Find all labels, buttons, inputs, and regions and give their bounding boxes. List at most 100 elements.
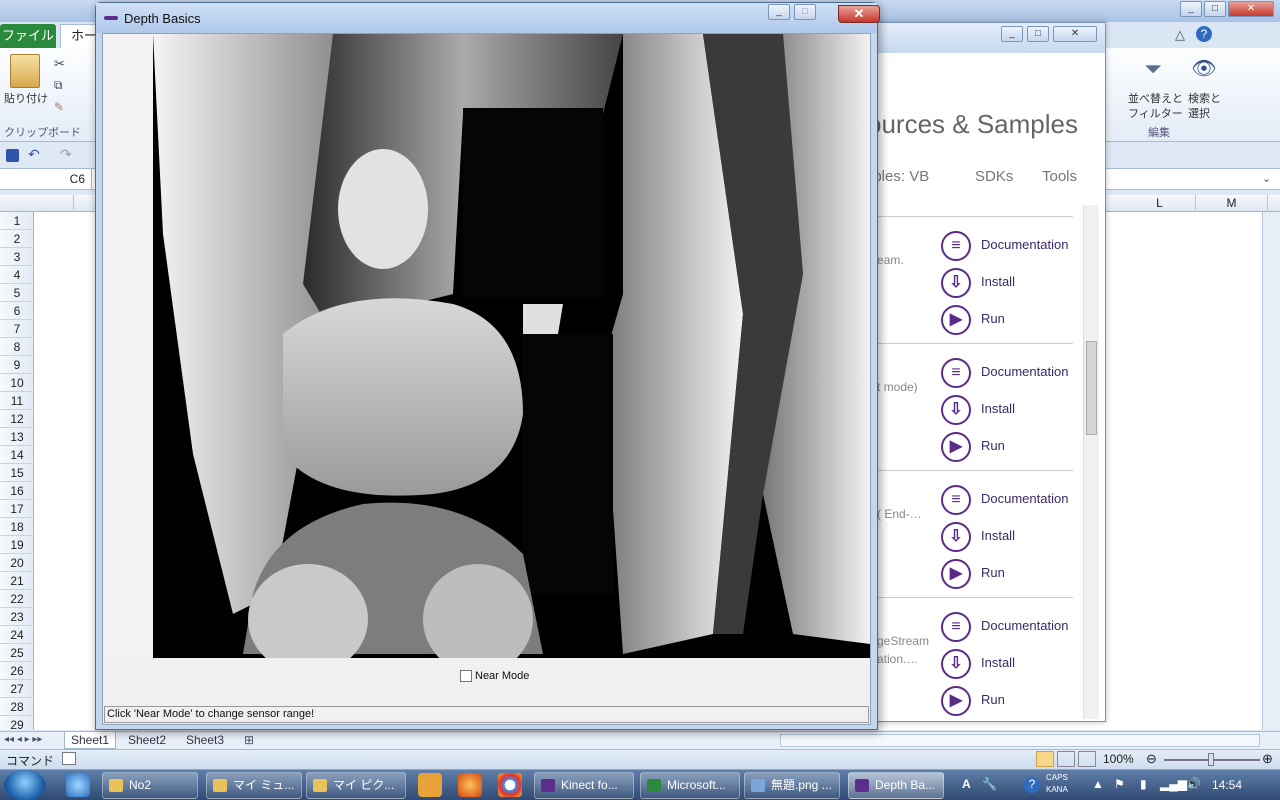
- start-button[interactable]: [4, 770, 46, 800]
- row-header[interactable]: 16: [0, 482, 34, 500]
- documentation-button[interactable]: ≡ Documentation: [941, 231, 1091, 261]
- row-header[interactable]: 18: [0, 518, 34, 536]
- column-header-select-all[interactable]: [34, 195, 74, 212]
- ime-mode-icon[interactable]: A: [962, 777, 971, 791]
- battery-icon[interactable]: ▮: [1140, 777, 1147, 791]
- depth-minimize-button[interactable]: _: [768, 4, 790, 20]
- row-header[interactable]: 11: [0, 392, 34, 410]
- zoom-out-icon[interactable]: ⊖: [1146, 751, 1157, 767]
- paste-icon[interactable]: [10, 54, 40, 88]
- row-header[interactable]: 2: [0, 230, 34, 248]
- zoom-level[interactable]: 100%: [1103, 752, 1134, 766]
- tab-home[interactable]: ホー: [60, 24, 98, 48]
- documentation-button[interactable]: ≡ Documentation: [941, 612, 1091, 642]
- row-header[interactable]: 13: [0, 428, 34, 446]
- column-header-M[interactable]: M: [1196, 195, 1268, 212]
- ribbon-minimize-icon[interactable]: △: [1175, 27, 1185, 43]
- restore-button[interactable]: □: [1204, 1, 1226, 17]
- row-header[interactable]: 27: [0, 680, 34, 698]
- ie-icon[interactable]: [66, 773, 90, 797]
- row-header[interactable]: 22: [0, 590, 34, 608]
- redo-icon[interactable]: ↷: [60, 146, 72, 163]
- tray-expand-icon[interactable]: ▲: [1092, 777, 1104, 791]
- insert-sheet-icon[interactable]: ⊞: [244, 733, 254, 747]
- row-header[interactable]: 19: [0, 536, 34, 554]
- toolkit-scrollbar-thumb[interactable]: [1086, 341, 1097, 435]
- row-header[interactable]: 4: [0, 266, 34, 284]
- install-button[interactable]: ⇩ Install: [941, 649, 1091, 679]
- row-header[interactable]: 20: [0, 554, 34, 572]
- depth-maximize-button[interactable]: □: [794, 4, 816, 20]
- sort-filter-label-2[interactable]: フィルター: [1128, 105, 1183, 121]
- sheet-tab-3[interactable]: Sheet3: [180, 732, 230, 749]
- normal-view-icon[interactable]: [1036, 751, 1054, 767]
- page-break-view-icon[interactable]: [1078, 751, 1096, 767]
- toolkit-minimize-button[interactable]: _: [1001, 26, 1023, 42]
- install-button[interactable]: ⇩ Install: [941, 522, 1091, 552]
- row-header[interactable]: 14: [0, 446, 34, 464]
- near-mode-checkbox[interactable]: Near Mode: [460, 670, 529, 683]
- row-header[interactable]: 1: [0, 212, 34, 230]
- close-button[interactable]: ✕: [1228, 1, 1274, 17]
- chrome-icon[interactable]: [498, 773, 522, 797]
- row-header[interactable]: 26: [0, 662, 34, 680]
- run-button[interactable]: ▶ Run: [941, 305, 1091, 335]
- find-select-label-1[interactable]: 検索と: [1188, 90, 1221, 106]
- tab-sdks[interactable]: SDKs: [975, 168, 1013, 185]
- clock[interactable]: 14:54: [1212, 778, 1242, 792]
- name-box[interactable]: C6: [0, 169, 92, 190]
- run-button[interactable]: ▶ Run: [941, 686, 1091, 716]
- sheet-nav-icon[interactable]: ◂◂ ◂ ▸ ▸▸: [4, 734, 42, 745]
- row-header[interactable]: 12: [0, 410, 34, 428]
- sheet-tab-1[interactable]: Sheet1: [64, 732, 117, 749]
- undo-icon[interactable]: ↶: [28, 146, 40, 163]
- minimize-button[interactable]: _: [1180, 1, 1202, 17]
- row-header[interactable]: 24: [0, 626, 34, 644]
- row-header[interactable]: 15: [0, 464, 34, 482]
- zoom-in-icon[interactable]: ⊕: [1262, 751, 1273, 767]
- find-select-label-2[interactable]: 選択: [1188, 105, 1210, 121]
- media-player-icon[interactable]: [418, 773, 442, 797]
- taskbar-button[interactable]: Microsoft...: [640, 772, 740, 799]
- firefox-icon[interactable]: [458, 773, 482, 797]
- row-header[interactable]: 5: [0, 284, 34, 302]
- install-button[interactable]: ⇩ Install: [941, 395, 1091, 425]
- toolkit-close-button[interactable]: ✕: [1053, 26, 1097, 42]
- sort-filter-icon[interactable]: ⏷: [1138, 56, 1168, 84]
- formula-expand-icon[interactable]: ⌄: [1262, 172, 1271, 185]
- ime-tool-icon[interactable]: 🔧: [982, 777, 997, 791]
- tab-file[interactable]: ファイル: [0, 24, 56, 48]
- format-painter-icon[interactable]: ✎: [54, 100, 64, 114]
- zoom-slider-thumb[interactable]: [1208, 753, 1214, 766]
- taskbar-button[interactable]: 無題.png ...: [744, 772, 840, 799]
- help-icon[interactable]: ?: [1196, 26, 1212, 42]
- row-header[interactable]: 10: [0, 374, 34, 392]
- row-header[interactable]: 8: [0, 338, 34, 356]
- run-button[interactable]: ▶ Run: [941, 559, 1091, 589]
- taskbar-button[interactable]: No2: [102, 772, 198, 799]
- row-header[interactable]: 21: [0, 572, 34, 590]
- taskbar-button[interactable]: マイ ピク...: [306, 772, 406, 799]
- near-mode-checkbox-box[interactable]: [460, 670, 472, 683]
- install-button[interactable]: ⇩ Install: [941, 268, 1091, 298]
- column-header-L[interactable]: L: [1124, 195, 1196, 212]
- taskbar-button[interactable]: Kinect fo...: [534, 772, 634, 799]
- row-header[interactable]: 7: [0, 320, 34, 338]
- page-layout-view-icon[interactable]: [1057, 751, 1075, 767]
- macro-record-icon[interactable]: [62, 752, 76, 765]
- row-header[interactable]: 28: [0, 698, 34, 716]
- save-icon[interactable]: [6, 149, 19, 162]
- taskbar-button[interactable]: Depth Ba...: [848, 772, 944, 799]
- toolkit-restore-button[interactable]: □: [1027, 26, 1049, 42]
- sort-filter-label-1[interactable]: 並べ替えと: [1128, 90, 1183, 106]
- taskbar-button[interactable]: マイ ミュ...: [206, 772, 302, 799]
- vertical-scrollbar[interactable]: [1262, 212, 1280, 730]
- row-header[interactable]: 17: [0, 500, 34, 518]
- action-center-flag-icon[interactable]: ⚑: [1114, 777, 1125, 791]
- paste-label[interactable]: 貼り付け: [4, 90, 48, 106]
- documentation-button[interactable]: ≡ Documentation: [941, 358, 1091, 388]
- row-header[interactable]: 6: [0, 302, 34, 320]
- volume-icon[interactable]: 🔊: [1186, 777, 1201, 791]
- depth-close-button[interactable]: ✕: [838, 5, 880, 23]
- ime-help-icon[interactable]: ?: [1024, 777, 1040, 793]
